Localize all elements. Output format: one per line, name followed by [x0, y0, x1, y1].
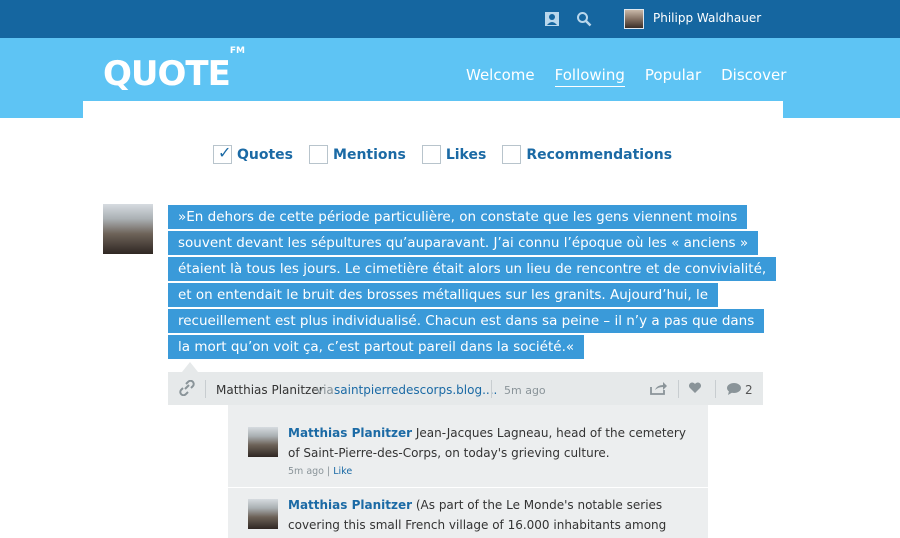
divider — [491, 380, 492, 398]
comment-item: Matthias Planitzer Jean-Jacques Lagneau,… — [228, 405, 708, 488]
nav-welcome[interactable]: Welcome — [466, 66, 535, 87]
search-icon[interactable] — [574, 9, 594, 29]
logo[interactable]: QUOTEFM — [103, 46, 245, 94]
divider — [678, 380, 679, 398]
quote-time: 5m ago — [504, 384, 546, 397]
quote-text[interactable]: »En dehors de cette période particulière… — [168, 204, 777, 360]
comment-avatar[interactable] — [248, 499, 278, 529]
likes-checkbox[interactable] — [421, 145, 441, 164]
comment-icon[interactable] — [726, 382, 742, 398]
quote-author-avatar[interactable] — [103, 204, 153, 254]
comment-item: Matthias Planitzer (As part of the Le Mo… — [228, 489, 708, 538]
filter-likes[interactable]: Likes — [421, 145, 486, 164]
username[interactable]: Philipp Waldhauer — [653, 11, 761, 25]
like-link[interactable]: Like — [333, 466, 352, 477]
comment-body: Matthias Planitzer (As part of the Le Mo… — [288, 498, 667, 532]
share-icon[interactable] — [650, 381, 668, 398]
source-link[interactable]: saintpierredescorps.blog.... — [334, 383, 497, 397]
user-avatar[interactable] — [624, 9, 644, 29]
profile-card-icon[interactable] — [542, 9, 562, 29]
quotes-checkbox[interactable]: ✓ — [213, 143, 232, 164]
filter-quotes[interactable]: ✓ Quotes — [213, 143, 293, 164]
comment-count[interactable]: 2 — [745, 383, 753, 397]
divider — [715, 380, 716, 398]
heart-icon[interactable] — [688, 382, 702, 397]
divider — [205, 380, 206, 398]
comment-meta: 5m ago | Like — [288, 466, 353, 477]
quote-tail — [182, 362, 198, 372]
main-nav: Welcome Following Popular Discover — [466, 66, 806, 87]
comment-author[interactable]: Matthias Planitzer — [288, 498, 412, 512]
nav-discover[interactable]: Discover — [721, 66, 786, 87]
quote-meta-bar: Matthias Planitzer via saintpierredescor… — [168, 372, 763, 405]
comments-list: Matthias Planitzer Jean-Jacques Lagneau,… — [228, 405, 708, 538]
filter-recommendations[interactable]: Recommendations — [502, 145, 672, 164]
comment-avatar[interactable] — [248, 427, 278, 457]
comment-author[interactable]: Matthias Planitzer — [288, 426, 412, 440]
mentions-checkbox[interactable] — [309, 145, 329, 164]
top-bar: Philipp Waldhauer — [0, 0, 900, 38]
comment-body: Matthias Planitzer Jean-Jacques Lagneau,… — [288, 426, 686, 460]
quote-author[interactable]: Matthias Planitzer — [216, 383, 324, 397]
via-label: via — [316, 383, 334, 397]
filter-mentions[interactable]: Mentions — [309, 145, 406, 164]
nav-following[interactable]: Following — [554, 66, 625, 87]
nav-popular[interactable]: Popular — [645, 66, 701, 87]
recommendations-checkbox[interactable] — [502, 145, 522, 164]
check-icon: ✓ — [218, 143, 232, 162]
filter-bar: ✓ Quotes Mentions Likes Recommendations — [213, 143, 688, 164]
link-icon[interactable] — [178, 379, 196, 399]
